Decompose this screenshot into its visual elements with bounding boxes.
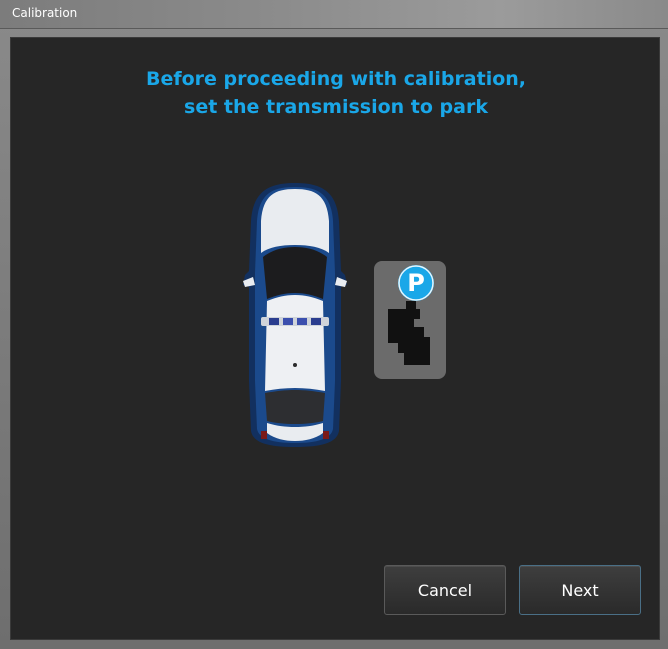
calibration-window: Calibration Before proceeding with calib… — [0, 0, 668, 649]
calibration-content-panel: Before proceeding with calibration, set … — [10, 37, 660, 640]
instruction-text: Before proceeding with calibration, set … — [11, 65, 661, 121]
cancel-button-label: Cancel — [417, 580, 473, 600]
park-gear-label: P — [407, 269, 425, 297]
window-title: Calibration — [12, 6, 78, 20]
title-bar[interactable]: Calibration — [0, 0, 668, 29]
car-top-view-icon — [243, 183, 347, 447]
instruction-line-2: set the transmission to park — [184, 96, 488, 118]
next-button-label: Next — [561, 580, 599, 600]
next-button[interactable]: Next — [519, 565, 641, 615]
cancel-button[interactable]: Cancel — [384, 565, 506, 615]
park-gear-indicator: P — [374, 261, 446, 383]
instruction-line-1: Before proceeding with calibration, — [145, 68, 527, 90]
